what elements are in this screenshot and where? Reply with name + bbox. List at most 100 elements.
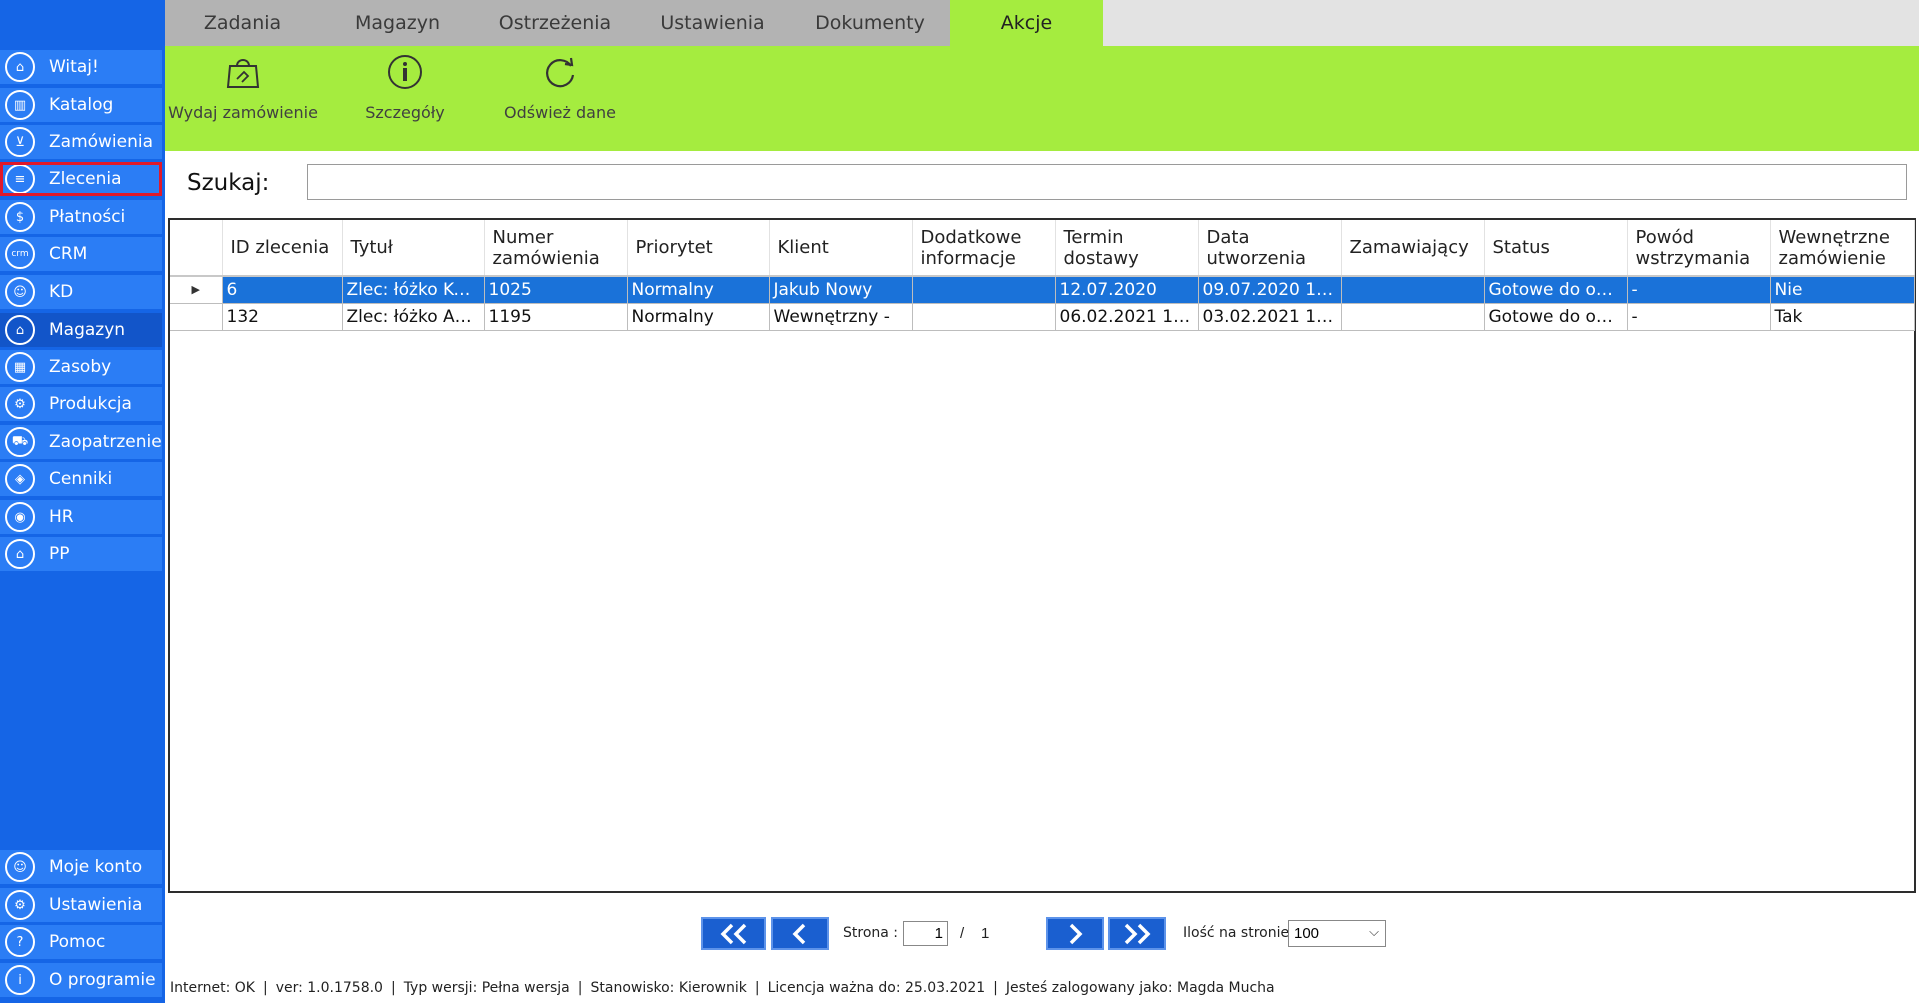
sidebar-item-zamowienia[interactable]: ⊻ Zamówienia — [0, 125, 162, 159]
production-icon: ⚙ — [5, 389, 35, 419]
last-page-button[interactable] — [1108, 917, 1166, 950]
table-cell: 06.02.2021 10... — [1055, 303, 1199, 331]
gear-icon: ⚙ — [5, 890, 35, 920]
page-number-input[interactable] — [903, 921, 948, 946]
help-icon: ? — [5, 927, 35, 957]
sidebar: ⌂ Witaj! ▥ Katalog ⊻ Zamówienia ≡ Zlecen… — [0, 0, 165, 1003]
chevron-left-icon — [792, 923, 806, 944]
sidebar-item-zlecenia[interactable]: ≡ Zlecenia — [0, 162, 162, 196]
sidebar-item-ustawienia[interactable]: ⚙ Ustawienia — [0, 888, 162, 922]
column-header[interactable]: Zamawiający — [1341, 220, 1485, 277]
column-header[interactable]: Dodatkowe informacje — [912, 220, 1056, 277]
sidebar-item-produkcja[interactable]: ⚙ Produkcja — [0, 387, 162, 421]
total-pages: 1 — [981, 925, 990, 942]
status-internet: Internet: OK — [170, 980, 255, 996]
sidebar-item-zaopatrzenie[interactable]: ⛟ Zaopatrzenie — [0, 425, 162, 459]
refresh-button[interactable]: Odśwież dane — [490, 46, 630, 151]
column-header[interactable]: Klient — [769, 220, 913, 277]
table-cell: - — [1627, 276, 1771, 304]
sidebar-item-platnosci[interactable]: $ Płatności — [0, 200, 162, 234]
row-selector-icon[interactable]: ▶ — [170, 276, 223, 304]
sidebar-item-o-programie[interactable]: i O programie — [0, 963, 162, 997]
tab-zadania[interactable]: Zadania — [165, 0, 320, 46]
search-input[interactable] — [307, 164, 1907, 200]
sidebar-item-witaj[interactable]: ⌂ Witaj! — [0, 50, 162, 84]
sidebar-item-label: Magazyn — [49, 320, 126, 340]
action-label: Szczegóły — [365, 103, 445, 122]
status-version-type: Typ wersji: Pełna wersja — [403, 980, 570, 996]
refresh-icon — [546, 57, 575, 88]
table-cell: Normalny — [627, 276, 770, 304]
table-row[interactable]: 132 Zlec: łóżko AR... 1195 Normalny Wewn… — [170, 303, 1915, 331]
per-page-label: Ilość na stronie: — [1183, 925, 1294, 941]
status-version: ver: 1.0.1758.0 — [275, 980, 383, 996]
sidebar-item-label: Witaj! — [49, 57, 99, 77]
sidebar-item-zasoby[interactable]: ▦ Zasoby — [0, 350, 162, 384]
table-cell: Gotowe do od... — [1484, 303, 1628, 331]
column-header[interactable]: Wewnętrzne zamówienie — [1770, 220, 1915, 277]
column-header[interactable]: Priorytet — [627, 220, 770, 277]
sidebar-item-moje-konto[interactable]: ☺ Moje konto — [0, 850, 162, 884]
table-cell — [1341, 276, 1485, 304]
sidebar-item-label: Zaopatrzenie — [49, 432, 162, 452]
column-header[interactable]: Tytuł — [342, 220, 485, 277]
first-page-button[interactable] — [701, 917, 766, 950]
orders-grid: ID zlecenia Tytuł Numer zamówienia Prior… — [168, 218, 1916, 893]
status-separator: | — [390, 980, 396, 996]
table-cell: 1195 — [484, 303, 628, 331]
status-separator: | — [993, 980, 998, 996]
details-button[interactable]: Szczegóły — [345, 46, 465, 151]
status-separator: | — [262, 980, 268, 996]
table-row[interactable]: ▶ 6 Zlec: łóżko Kol... 1025 Normalny Jak… — [170, 276, 1915, 304]
previous-page-button[interactable] — [771, 917, 829, 950]
warehouse-icon: ⌂ — [5, 315, 35, 345]
table-cell — [1341, 303, 1485, 331]
table-cell: Wewnętrzny - — [769, 303, 913, 331]
table-cell: Gotowe do od... — [1484, 276, 1628, 304]
home-icon: ⌂ — [5, 52, 35, 82]
table-cell: 132 — [222, 303, 343, 331]
sidebar-item-cenniki[interactable]: ◈ Cenniki — [0, 462, 162, 496]
sidebar-item-katalog[interactable]: ▥ Katalog — [0, 88, 162, 122]
issue-order-button[interactable]: Wydaj zamówienie — [168, 46, 318, 151]
table-cell — [912, 303, 1056, 331]
sidebar-item-label: Ustawienia — [49, 895, 143, 915]
row-selector[interactable] — [170, 303, 223, 331]
sidebar-item-hr[interactable]: ◉ HR — [0, 500, 162, 534]
column-header[interactable]: ID zlecenia — [222, 220, 343, 277]
per-page-value: 100 — [1294, 925, 1320, 942]
tab-akcje[interactable]: Akcje — [950, 0, 1103, 46]
sidebar-item-pomoc[interactable]: ? Pomoc — [0, 925, 162, 959]
column-header[interactable]: Status — [1484, 220, 1628, 277]
table-cell: 12.07.2020 — [1055, 276, 1199, 304]
sidebar-item-label: CRM — [49, 244, 88, 264]
per-page-select[interactable]: 100 ⌵ — [1288, 920, 1386, 947]
column-header[interactable]: Data utworzenia — [1198, 220, 1342, 277]
actions-ribbon: Wydaj zamówienie Szczegóły Odśwież dane — [165, 46, 1919, 151]
sidebar-item-magazyn[interactable]: ⌂ Magazyn — [0, 313, 162, 347]
person-icon: ☺ — [5, 277, 35, 307]
table-cell: 6 — [222, 276, 343, 304]
sidebar-item-crm[interactable]: crm CRM — [0, 237, 162, 271]
table-cell: Tak — [1770, 303, 1915, 331]
column-header[interactable]: Powód wstrzymania — [1627, 220, 1771, 277]
chevron-right-icon — [1069, 923, 1083, 944]
row-header-corner — [170, 220, 223, 277]
tab-dokumenty[interactable]: Dokumenty — [790, 0, 950, 46]
column-header[interactable]: Termin dostawy — [1055, 220, 1199, 277]
sidebar-item-label: Pomoc — [49, 932, 106, 952]
truck-icon: ⛟ — [5, 427, 35, 457]
table-cell: 09.07.2020 11... — [1198, 276, 1342, 304]
sidebar-item-pp[interactable]: ⌂ PP — [0, 537, 162, 571]
column-header[interactable]: Numer zamówienia — [484, 220, 628, 277]
tab-ustawienia[interactable]: Ustawienia — [635, 0, 790, 46]
sidebar-item-label: Zlecenia — [49, 169, 122, 189]
search-label: Szukaj: — [187, 170, 270, 196]
sidebar-item-kd[interactable]: ☺ KD — [0, 275, 162, 309]
tab-ostrzezenia[interactable]: Ostrzeżenia — [475, 0, 635, 46]
tab-magazyn[interactable]: Magazyn — [320, 0, 475, 46]
sidebar-item-label: Moje konto — [49, 857, 143, 877]
sidebar-item-label: Katalog — [49, 95, 114, 115]
sidebar-item-label: Produkcja — [49, 394, 132, 414]
next-page-button[interactable] — [1046, 917, 1104, 950]
